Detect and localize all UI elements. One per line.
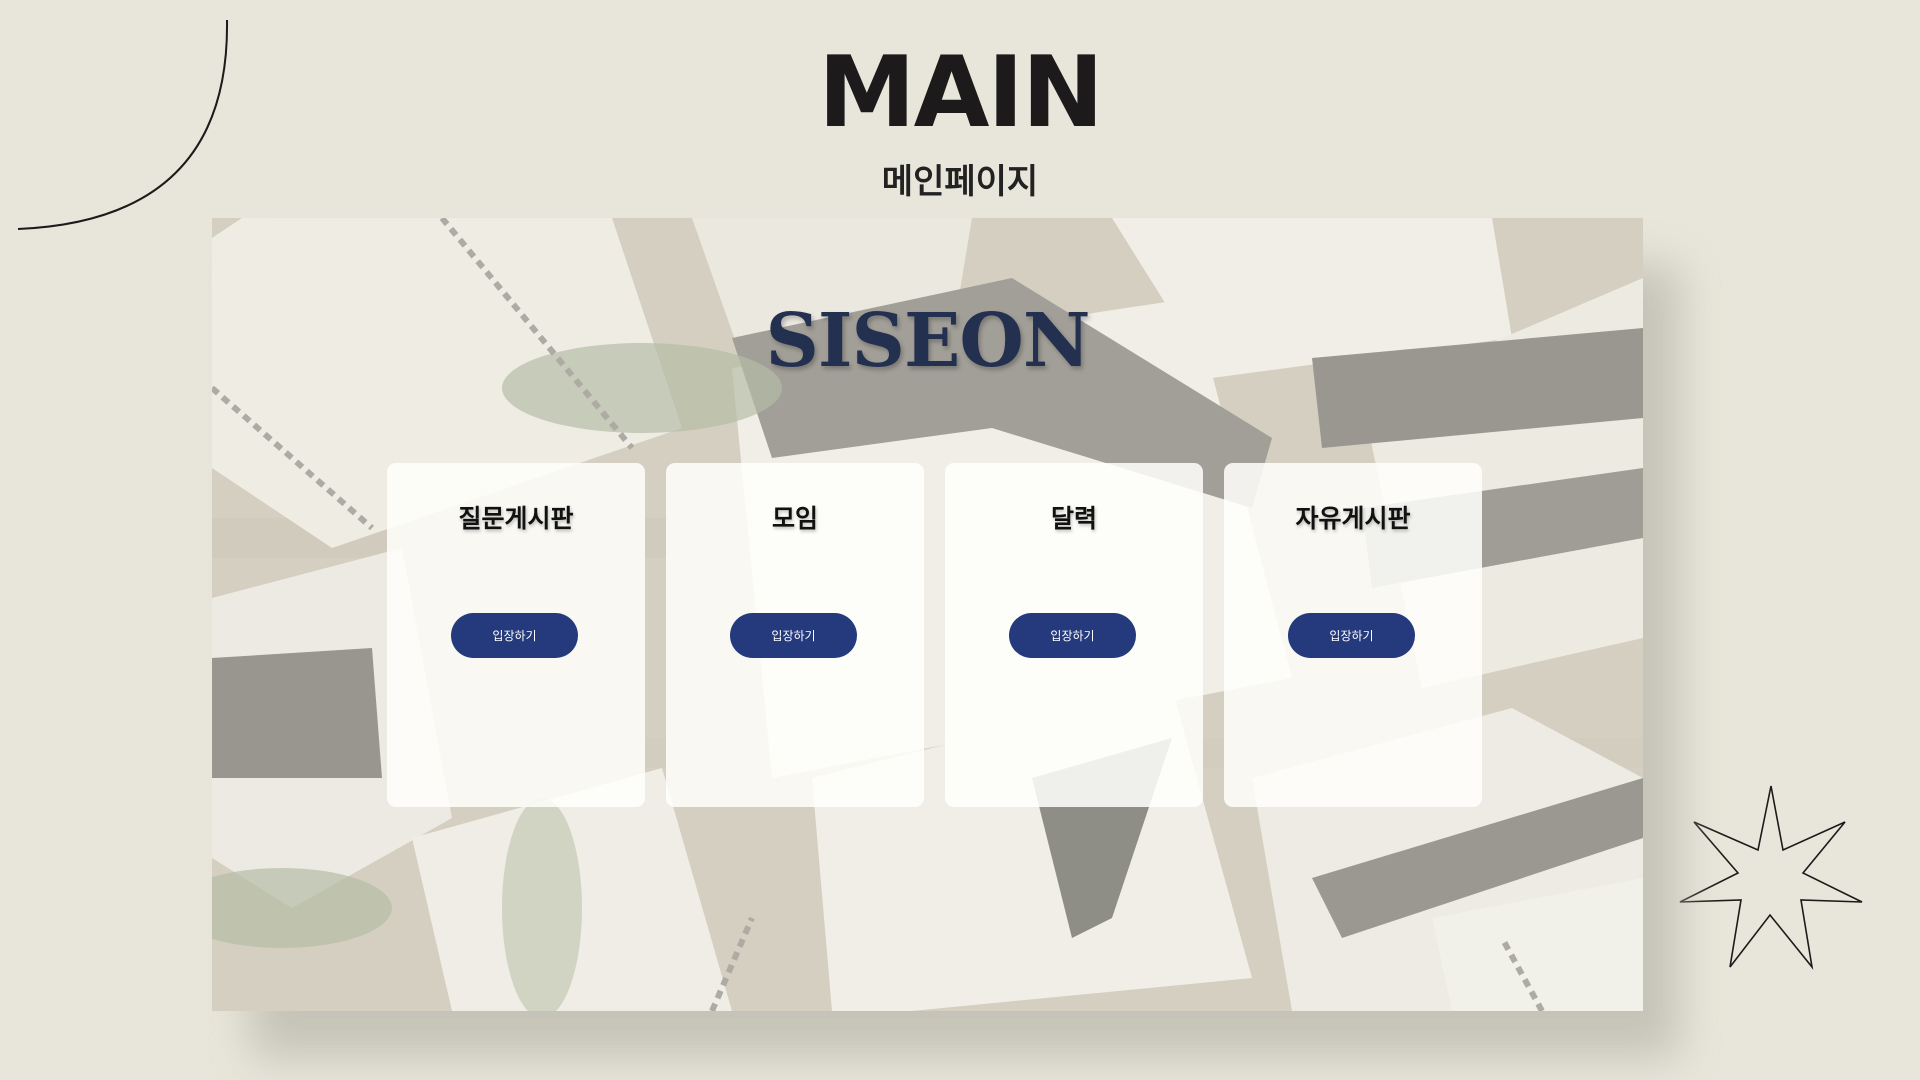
- enter-calendar-button[interactable]: 입장하기: [1009, 613, 1136, 658]
- page-title: MAIN: [818, 36, 1104, 150]
- card-title: 모임: [771, 504, 818, 533]
- enter-free-board-button[interactable]: 입장하기: [1288, 613, 1415, 658]
- enter-meetup-button[interactable]: 입장하기: [730, 613, 857, 658]
- card-title: 질문게시판: [458, 504, 574, 533]
- card-title: 달력: [1050, 504, 1097, 533]
- card-question-board: 질문게시판 입장하기: [387, 463, 645, 807]
- hero-panel: SISEON 질문게시판 입장하기 모임 입장하기 달력 입장하기 자유게시판 …: [212, 218, 1643, 1011]
- card-meetup: 모임 입장하기: [666, 463, 924, 807]
- card-free-board: 자유게시판 입장하기: [1224, 463, 1482, 807]
- enter-question-board-button[interactable]: 입장하기: [451, 613, 578, 658]
- brand-logo: SISEON: [765, 298, 1090, 384]
- page-subtitle: 메인페이지: [881, 162, 1039, 202]
- card-calendar: 달력 입장하기: [945, 463, 1203, 807]
- card-title: 자유게시판: [1295, 504, 1411, 533]
- page-header: MAIN 메인페이지: [0, 38, 1920, 203]
- decorative-star-icon: [1679, 785, 1863, 970]
